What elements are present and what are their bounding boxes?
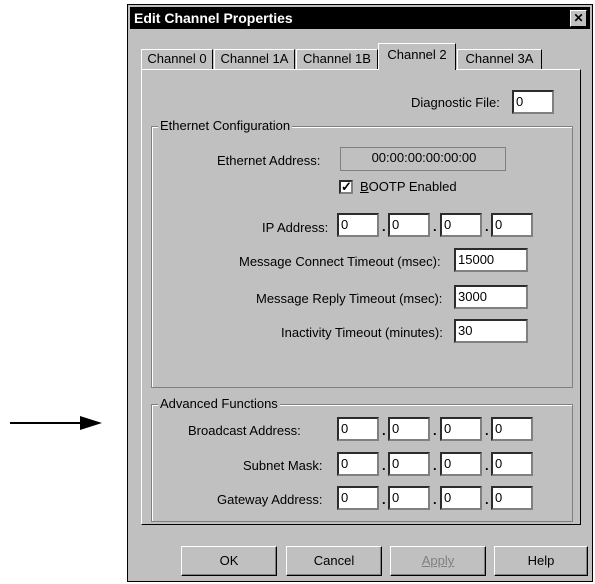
subnet-mask-label: Subnet Mask: (243, 458, 323, 473)
gateway-octet-2[interactable]: 0 (388, 486, 430, 510)
tab-channel-2[interactable]: Channel 2 (378, 43, 456, 70)
gateway-octet-3[interactable]: 0 (440, 486, 482, 510)
ip-octet-4[interactable]: 0 (491, 213, 533, 237)
tab-channel-0[interactable]: Channel 0 (141, 49, 213, 69)
apply-button-label: Apply (421, 553, 455, 568)
ip-address-label: IP Address: (262, 220, 329, 235)
inactivity-timeout-input[interactable]: 30 (454, 319, 528, 343)
subnet-octet-2[interactable]: 0 (388, 452, 430, 476)
inactivity-timeout-label: Inactivity Timeout (minutes): (281, 325, 443, 340)
reply-timeout-input[interactable]: 3000 (454, 285, 528, 309)
ip-separator: . (382, 219, 386, 234)
ok-button[interactable]: OK (181, 546, 277, 576)
ethernet-address-label: Ethernet Address: (217, 153, 321, 168)
subnet-octet-4[interactable]: 0 (491, 452, 533, 476)
tab-channel-1a[interactable]: Channel 1A (214, 49, 295, 69)
broadcast-address-label: Broadcast Address: (188, 423, 301, 438)
broadcast-separator: . (433, 423, 437, 438)
diagnostic-file-label: Diagnostic File: (411, 95, 500, 110)
gateway-separator: . (485, 492, 489, 507)
gateway-address-label: Gateway Address: (217, 492, 323, 507)
bootp-label: BOOTP Enabled (360, 179, 457, 194)
gateway-separator: . (382, 492, 386, 507)
subnet-separator: . (485, 458, 489, 473)
broadcast-octet-3[interactable]: 0 (440, 417, 482, 441)
gateway-separator: . (433, 492, 437, 507)
ip-octet-3[interactable]: 0 (440, 213, 482, 237)
ethernet-address-field: 00:00:00:00:00:00 (340, 147, 506, 171)
broadcast-separator: . (382, 423, 386, 438)
checkmark-icon: ✓ (341, 179, 352, 194)
broadcast-octet-4[interactable]: 0 (491, 417, 533, 441)
broadcast-octet-2[interactable]: 0 (388, 417, 430, 441)
title-bar: Edit Channel Properties ✕ (130, 7, 590, 29)
subnet-separator: . (382, 458, 386, 473)
tab-channel-3a[interactable]: Channel 3A (457, 49, 542, 69)
ethernet-configuration-title: Ethernet Configuration (158, 118, 293, 133)
advanced-functions-title: Advanced Functions (158, 396, 280, 411)
right-arrow-icon (10, 416, 102, 430)
subnet-separator: . (433, 458, 437, 473)
connect-timeout-input[interactable]: 15000 (454, 248, 528, 272)
gateway-octet-1[interactable]: 0 (337, 486, 379, 510)
dialog-title: Edit Channel Properties (134, 10, 293, 26)
ip-octet-1[interactable]: 0 (337, 213, 379, 237)
broadcast-separator: . (485, 423, 489, 438)
connect-timeout-label: Message Connect Timeout (msec): (239, 254, 441, 269)
apply-button[interactable]: Apply (390, 546, 486, 576)
close-icon[interactable]: ✕ (570, 10, 587, 27)
ip-octet-2[interactable]: 0 (388, 213, 430, 237)
ip-separator: . (485, 219, 489, 234)
ip-separator: . (433, 219, 437, 234)
tab-channel-1b[interactable]: Channel 1B (296, 49, 378, 69)
subnet-octet-3[interactable]: 0 (440, 452, 482, 476)
cancel-button[interactable]: Cancel (286, 546, 382, 576)
gateway-octet-4[interactable]: 0 (491, 486, 533, 510)
help-button[interactable]: Help (494, 546, 588, 576)
subnet-octet-1[interactable]: 0 (337, 452, 379, 476)
bootp-checkbox[interactable]: ✓ (339, 180, 353, 194)
reply-timeout-label: Message Reply Timeout (msec): (256, 291, 443, 306)
broadcast-octet-1[interactable]: 0 (337, 417, 379, 441)
diagnostic-file-input[interactable]: 0 (512, 90, 554, 114)
edit-channel-properties-dialog: Edit Channel Properties ✕ Channel 0 Chan… (127, 4, 593, 582)
